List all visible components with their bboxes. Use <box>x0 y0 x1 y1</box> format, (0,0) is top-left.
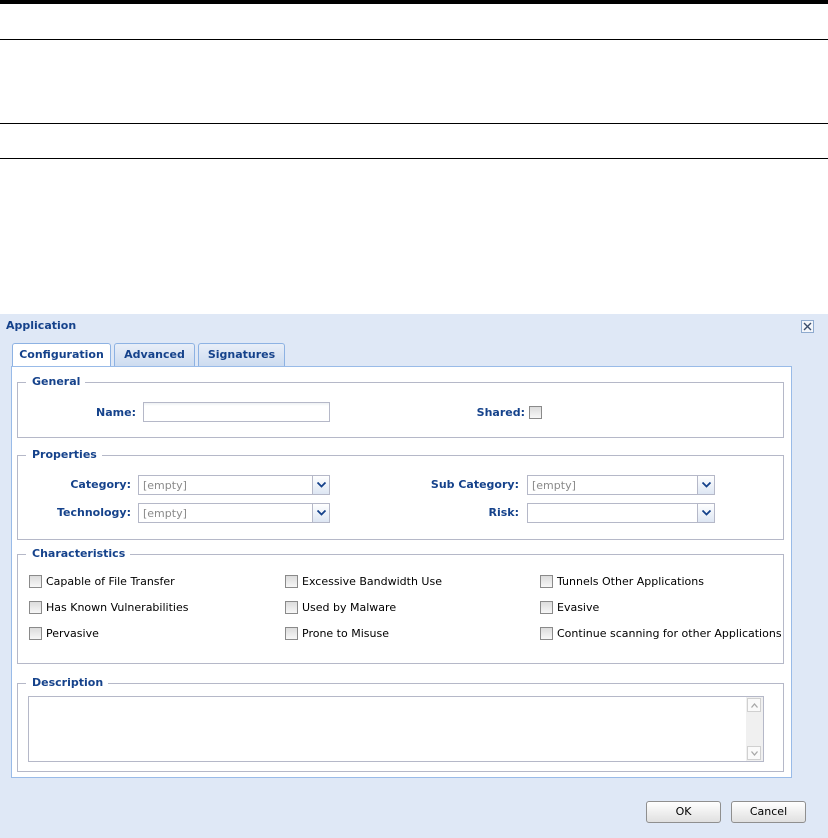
ok-button[interactable]: OK <box>646 801 721 823</box>
properties-legend: Properties <box>26 448 102 461</box>
configuration-panel: General Name: Shared: Properties Categor… <box>11 366 792 778</box>
checkbox-label: Excessive Bandwidth Use <box>302 575 442 588</box>
top-rule <box>0 0 828 4</box>
properties-fieldset: Properties Category: [empty] Sub Categor… <box>17 448 784 540</box>
close-icon <box>803 322 812 331</box>
divider-line <box>0 123 828 124</box>
chevron-down-icon <box>702 482 711 488</box>
checkbox-label: Used by Malware <box>302 601 397 614</box>
name-input[interactable] <box>143 402 330 422</box>
shared-checkbox[interactable] <box>529 406 542 419</box>
technology-value: [empty] <box>143 507 187 520</box>
risk-combo[interactable] <box>527 503 715 523</box>
used-by-malware-checkbox[interactable] <box>285 601 298 614</box>
tunnels-other-apps-checkbox[interactable] <box>540 575 553 588</box>
name-label: Name: <box>96 406 136 419</box>
category-dropdown-trigger[interactable] <box>312 476 329 494</box>
characteristics-legend: Characteristics <box>26 547 131 560</box>
description-scrollbar[interactable] <box>746 697 763 761</box>
checkbox-label: Evasive <box>557 601 600 614</box>
close-button[interactable] <box>801 320 814 333</box>
tab-signatures[interactable]: Signatures <box>198 343 285 366</box>
subcategory-combo[interactable]: [empty] <box>527 475 715 495</box>
checkbox-label: Capable of File Transfer <box>46 575 175 588</box>
shared-label: Shared: <box>476 406 525 419</box>
chevron-down-icon <box>702 510 711 516</box>
tab-configuration[interactable]: Configuration <box>12 343 111 367</box>
category-value: [empty] <box>143 479 187 492</box>
technology-combo[interactable]: [empty] <box>138 503 330 523</box>
scroll-down-button[interactable] <box>747 746 761 760</box>
scroll-up-button[interactable] <box>747 698 761 712</box>
subcategory-value: [empty] <box>532 479 576 492</box>
checkbox-label: Continue scanning for other Applications <box>557 627 782 640</box>
file-transfer-checkbox[interactable] <box>29 575 42 588</box>
cancel-button[interactable]: Cancel <box>731 801 806 823</box>
checkbox-label: Prone to Misuse <box>302 627 389 640</box>
divider-line <box>0 158 828 159</box>
divider-line <box>0 39 828 40</box>
tab-advanced[interactable]: Advanced <box>114 343 195 366</box>
checkbox-label: Pervasive <box>46 627 99 640</box>
technology-dropdown-trigger[interactable] <box>312 504 329 522</box>
continue-scanning-checkbox[interactable] <box>540 627 553 640</box>
risk-dropdown-trigger[interactable] <box>697 504 714 522</box>
chevron-down-icon <box>317 482 326 488</box>
prone-to-misuse-checkbox[interactable] <box>285 627 298 640</box>
general-legend: General <box>26 375 86 388</box>
general-fieldset: General Name: Shared: <box>17 375 784 438</box>
risk-label: Risk: <box>488 506 519 519</box>
checkbox-label: Tunnels Other Applications <box>557 575 704 588</box>
category-label: Category: <box>70 478 131 491</box>
dialog-title: Application <box>6 319 77 332</box>
evasive-checkbox[interactable] <box>540 601 553 614</box>
characteristics-fieldset: Characteristics Capable of File Transfer… <box>17 547 784 664</box>
description-fieldset: Description <box>17 676 784 772</box>
description-legend: Description <box>26 676 109 689</box>
known-vulnerabilities-checkbox[interactable] <box>29 601 42 614</box>
dialog-titlebar[interactable]: Application <box>0 314 828 338</box>
chevron-up-icon <box>751 703 758 708</box>
checkbox-label: Has Known Vulnerabilities <box>46 601 189 614</box>
chevron-down-icon <box>751 751 758 756</box>
excessive-bandwidth-checkbox[interactable] <box>285 575 298 588</box>
subcategory-dropdown-trigger[interactable] <box>697 476 714 494</box>
chevron-down-icon <box>317 510 326 516</box>
technology-label: Technology: <box>56 506 131 519</box>
subcategory-label: Sub Category: <box>430 478 519 491</box>
pervasive-checkbox[interactable] <box>29 627 42 640</box>
category-combo[interactable]: [empty] <box>138 475 330 495</box>
application-dialog: Application Configuration Advanced Signa… <box>0 314 828 838</box>
description-textarea[interactable] <box>28 696 764 762</box>
